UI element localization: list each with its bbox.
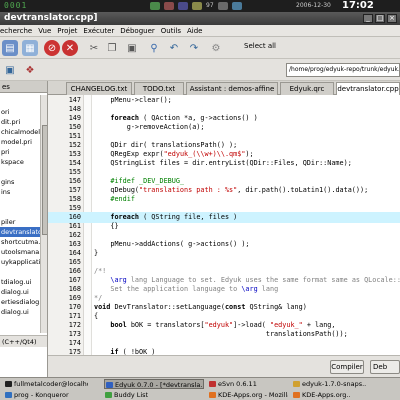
tab-edyuk-qrc[interactable]: Edyuk.qrc (280, 82, 334, 95)
cpu-ticker: 0001 (4, 1, 28, 10)
tab-assistant[interactable]: Assistant : demos-affine (186, 82, 278, 95)
system-tray: 97 (150, 2, 242, 10)
battery-icon[interactable] (178, 2, 188, 10)
firefox-icon (209, 392, 216, 398)
code-line[interactable]: 175 if ( !bOK ) (48, 347, 400, 355)
tray-badge: 97 (206, 2, 214, 9)
taskbar-item[interactable]: KDE-Apps.org.. (292, 390, 398, 400)
paste-icon[interactable]: ▣ (124, 40, 140, 56)
folder-icon (293, 381, 300, 387)
cut-icon[interactable]: ✂ (86, 40, 102, 56)
tab-devtranslator[interactable]: devtranslator.cpp (336, 82, 400, 95)
taskbar-item[interactable]: Buddy List (104, 390, 204, 400)
project-tree-panel: es ori dit.pri chicalmodel.. model.pri pri ks… (0, 81, 48, 377)
menu-executer[interactable]: Exécuter (83, 27, 114, 35)
esvn-icon (209, 381, 216, 387)
minimize-button[interactable]: _ (363, 14, 373, 23)
taskbar-item[interactable]: fullmetalcoder@localhost:/.. (4, 379, 88, 389)
panel-clock[interactable]: 17:02 (342, 0, 374, 11)
clipboard-icon[interactable] (192, 2, 202, 10)
code-text: if ( !bOK ) (110, 348, 156, 355)
menu-vue[interactable]: Vue (38, 27, 51, 35)
output-dock-bar: Compiler Deb (48, 355, 400, 377)
taskbar-item-label: edyuk-1.7.0-snaps.. (302, 380, 367, 388)
taskbar-item[interactable]: Edyuk 0.7.0 - [*devtransla.. (104, 379, 204, 389)
menu-outils[interactable]: Outils (161, 27, 181, 35)
taskbar-item[interactable]: KDE-Apps.org - Mozilla Fire.. (208, 390, 288, 400)
close-icon[interactable]: ✕ (62, 40, 78, 56)
taskbar-item-label: eSvn 0.6.11 (218, 380, 257, 388)
line-number: 175 (68, 348, 81, 355)
konqueror-icon (5, 392, 12, 398)
taskbar: fullmetalcoder@localhost:/.. Edyuk 0.7.0 … (0, 377, 400, 400)
firefox-icon (293, 392, 300, 398)
taskbar-item[interactable]: prog - Konqueror (4, 390, 88, 400)
code-editor[interactable]: 147 pMenu->clear(); 148 149 foreach ( QAct… (48, 95, 400, 355)
project-toolbar: ▣ ❖ /home/prog/edyuk-repo/trunk/edyuk.pr… (0, 59, 400, 81)
edyuk-icon (106, 382, 113, 388)
window-title: devtranslator.cpp] (4, 13, 98, 23)
menu-aide[interactable]: Aide (187, 27, 202, 35)
tab-changelog[interactable]: CHANGELOG.txt (66, 82, 132, 95)
menu-projet[interactable]: Projet (57, 27, 77, 35)
compile-tab-button[interactable]: Compiler (330, 360, 364, 374)
buddy-icon (105, 392, 112, 398)
update-icon[interactable] (217, 2, 228, 10)
taskbar-item-label: Buddy List (114, 391, 149, 399)
stop-icon[interactable]: ⊘ (44, 40, 60, 56)
bookmark-icon[interactable]: ❖ (22, 62, 38, 78)
tree-scrollbar[interactable] (40, 95, 47, 333)
terminal-icon (5, 381, 12, 387)
taskbar-item[interactable]: edyuk-1.7.0-snaps.. (292, 379, 398, 389)
taskbar-item-label: fullmetalcoder@localhost:/.. (14, 380, 88, 388)
language-label: (C++/Qt4) (0, 335, 47, 347)
menu-deboguer[interactable]: Déboguer (120, 27, 155, 35)
kopete-icon[interactable] (231, 2, 242, 10)
panel-date: 2006-12-30 (296, 2, 331, 9)
taskbar-item-label: KDE-Apps.org - Mozilla Fire.. (218, 391, 288, 399)
taskbar-item[interactable]: eSvn 0.6.11 (208, 379, 286, 389)
main-toolbar: ▤ ▦ ⊘ ✕ ✂ ❐ ▣ ⚲ ↶ ↷ ⚙ Select all (0, 37, 400, 59)
project-tree-tab[interactable]: es (0, 81, 47, 93)
save-icon[interactable]: ▤ (2, 40, 18, 56)
menu-bar: echerche Vue Projet Exécuter Déboguer Ou… (0, 25, 400, 37)
window-titlebar[interactable]: devtranslator.cpp] _ □ × (0, 12, 400, 25)
taskbar-item-label: prog - Konqueror (14, 391, 69, 399)
redo-icon[interactable]: ↷ (186, 40, 202, 56)
taskbar-item-label: KDE-Apps.org.. (302, 391, 351, 399)
build-icon[interactable]: ⚙ (208, 40, 224, 56)
volume-icon[interactable] (164, 2, 174, 10)
editor-tab-bar: CHANGELOG.txt TODO.txt Assistant : demos… (48, 81, 400, 95)
maximize-button[interactable]: □ (375, 14, 385, 23)
menu-recherche[interactable]: echerche (0, 27, 32, 35)
tab-todo[interactable]: TODO.txt (134, 82, 184, 95)
search-icon[interactable]: ⚲ (146, 40, 162, 56)
taskbar-item-label: Edyuk 0.7.0 - [*devtransla.. (115, 381, 204, 389)
copy-icon[interactable]: ❐ (104, 40, 120, 56)
system-panel: 0001 97 2006-12-30 17:02 (0, 0, 400, 12)
select-all-button[interactable]: Select all (244, 42, 276, 50)
undo-icon[interactable]: ↶ (166, 40, 182, 56)
debug-tab-button[interactable]: Deb (370, 360, 400, 374)
new-file-icon[interactable]: ▦ (22, 40, 38, 56)
project-icon[interactable]: ▣ (2, 62, 18, 78)
network-icon[interactable] (150, 2, 160, 10)
close-window-button[interactable]: × (387, 14, 397, 23)
project-path-field[interactable]: /home/prog/edyuk-repo/trunk/edyuk.pro (286, 63, 400, 77)
